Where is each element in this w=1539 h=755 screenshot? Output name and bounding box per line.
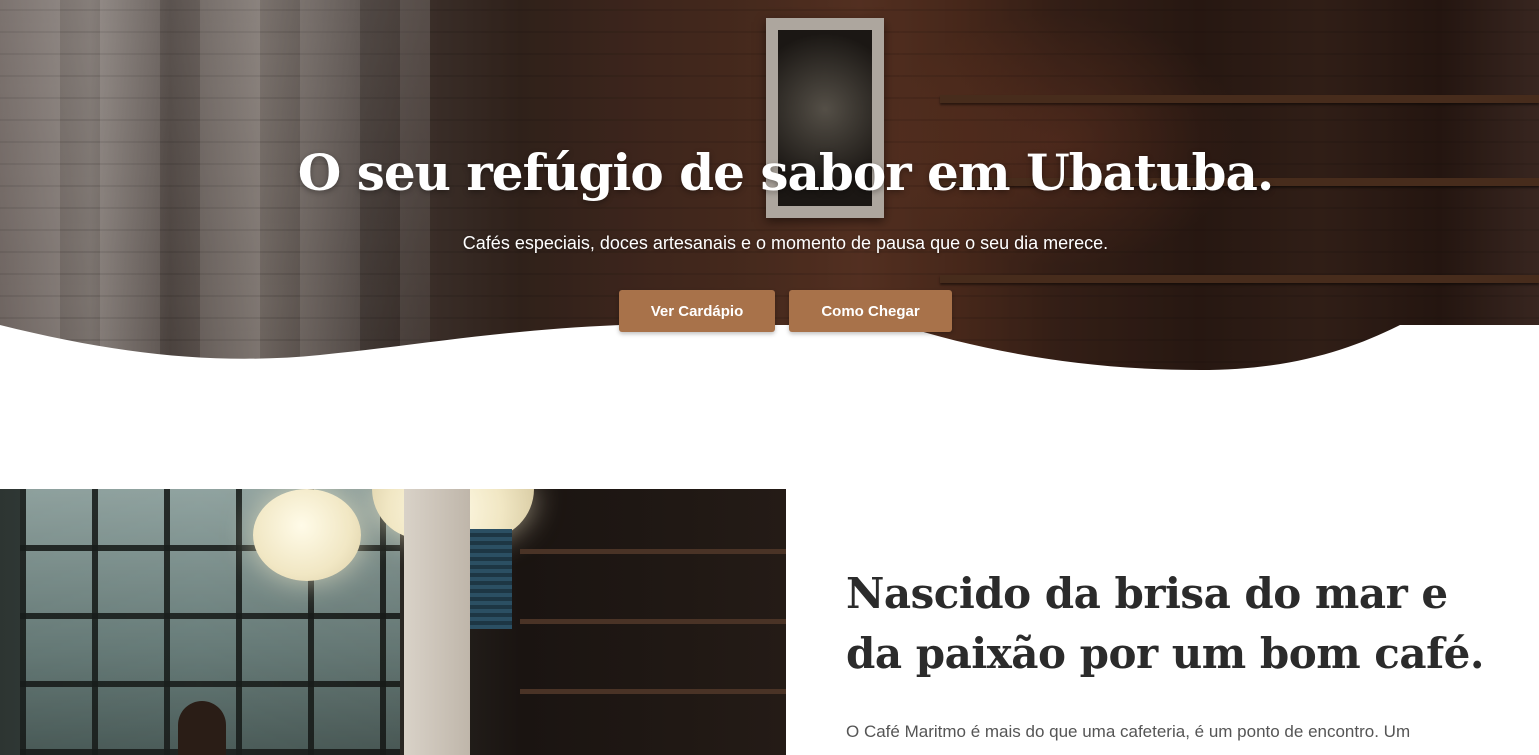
window-shutter <box>470 529 512 629</box>
about-title: Nascido da brisa do mar e da paixão por … <box>846 569 1485 678</box>
barista-figure <box>178 701 226 755</box>
hero-wave-divider <box>0 325 1539 385</box>
white-column <box>404 489 470 755</box>
bar-shelf <box>520 549 786 554</box>
pendant-lamp <box>253 489 361 581</box>
about-cafe-photo <box>0 489 786 755</box>
hero-subtitle: Cafés especiais, doces artesanais e o mo… <box>462 233 1109 253</box>
about-text: O Café Maritmo é mais do que uma cafeter… <box>846 722 1411 741</box>
bar-shelf <box>520 619 786 624</box>
directions-button[interactable]: Como Chegar <box>789 290 952 332</box>
hero-section: O seu refúgio de sabor em Ubatuba. Cafés… <box>0 0 1539 385</box>
view-menu-button[interactable]: Ver Cardápio <box>619 290 775 332</box>
bar-shelf <box>520 689 786 694</box>
hero-title: O seu refúgio de sabor em Ubatuba. <box>297 143 1275 202</box>
